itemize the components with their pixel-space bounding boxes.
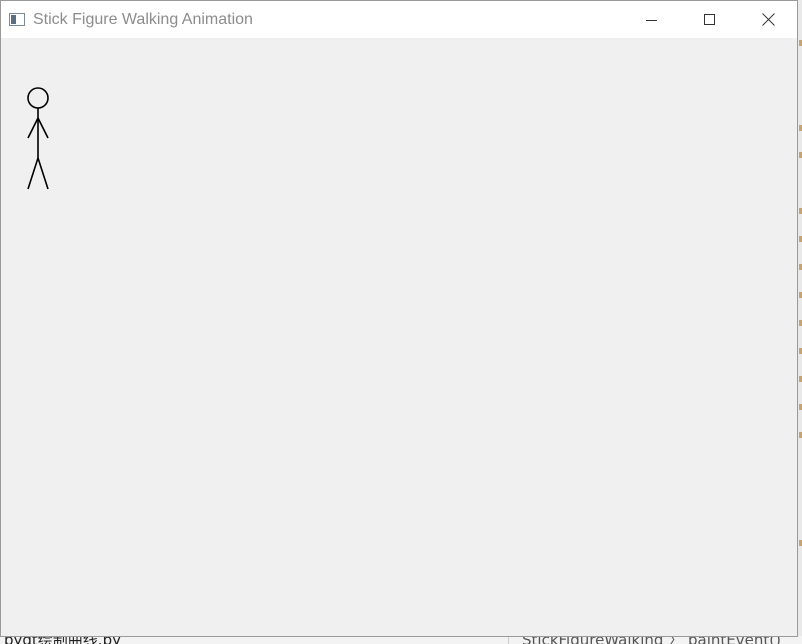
background-editor-strip: pyqt绘制曲线.py StickFigureWalking 〉 paintEv… [0,636,802,644]
stick-figure [27,87,49,190]
close-icon [761,13,775,26]
breadcrumb-separator: 〉 [668,636,688,644]
breadcrumb-method[interactable]: paintEvent() [688,636,781,644]
background-breadcrumb[interactable]: StickFigureWalking 〉 paintEvent() [522,636,781,644]
title-bar[interactable]: Stick Figure Walking Animation [1,1,797,38]
background-file-tab[interactable]: pyqt绘制曲线.py [4,636,121,644]
window-title: Stick Figure Walking Animation [33,11,253,28]
desktop: pyqt绘制曲线.py StickFigureWalking 〉 paintEv… [0,0,802,644]
app-window: Stick Figure Walking Animation [0,0,798,637]
stick-figure-right-arm [37,117,49,139]
maximize-icon [704,13,715,25]
drawing-canvas [1,38,797,636]
stick-figure-left-arm [27,117,39,139]
background-window-edge [798,0,802,644]
stick-figure-right-leg [37,157,49,190]
background-divider [508,636,509,644]
minimize-button[interactable] [623,1,681,38]
close-button[interactable] [739,1,797,38]
minimize-icon [646,19,657,21]
stick-figure-left-leg [27,157,39,190]
breadcrumb-class[interactable]: StickFigureWalking [522,636,663,644]
app-window-icon[interactable] [9,13,25,26]
stick-figure-head [27,87,49,109]
maximize-button[interactable] [681,1,739,38]
